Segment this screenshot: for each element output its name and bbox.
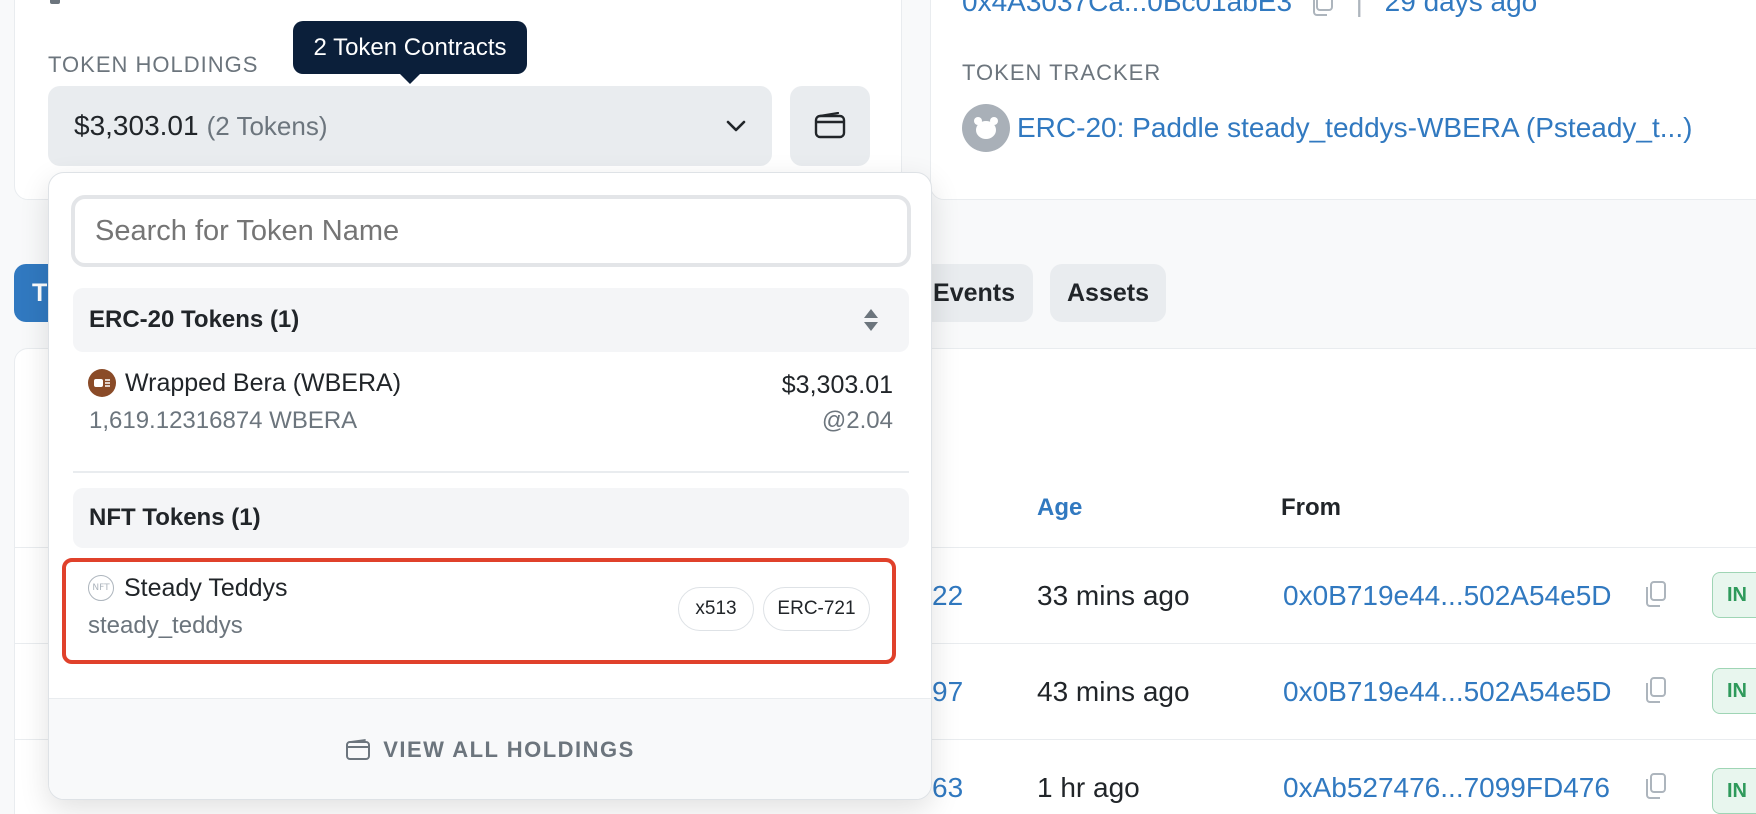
erc20-section-title: ERC-20 Tokens (1) bbox=[89, 306, 300, 333]
copy-icon[interactable] bbox=[1643, 772, 1667, 800]
age-cell: 1 hr ago bbox=[1037, 772, 1140, 803]
nft-token-row[interactable]: NFT Steady Teddys steady_teddys x513 ERC… bbox=[62, 558, 896, 664]
token-tracker-row: ERC-20: Paddle steady_teddys-WBERA (Pste… bbox=[962, 104, 1692, 152]
direction-badge: IN bbox=[1712, 668, 1756, 714]
tab-assets[interactable]: Assets bbox=[1050, 264, 1166, 322]
creator-row: 0x4A3037Ca...0Bc01abE3 | 29 days ago bbox=[962, 0, 1537, 18]
section-divider bbox=[73, 471, 909, 473]
erc20-token-price: @2.04 bbox=[821, 407, 893, 434]
erc20-token-row[interactable]: Wrapped Bera (WBERA) 1,619.12316874 WBER… bbox=[73, 359, 909, 447]
token-tracker-label: TOKEN TRACKER bbox=[962, 60, 1162, 85]
erc20-token-balance: 1,619.12316874 WBERA bbox=[89, 407, 358, 434]
nft-icon: NFT bbox=[88, 575, 114, 601]
tab-assets-label: Assets bbox=[1067, 278, 1149, 307]
block-link[interactable]: 22 bbox=[932, 580, 963, 612]
from-address-link[interactable]: 0x0B719e44...502A54e5D bbox=[1283, 676, 1612, 708]
block-link[interactable]: 63 bbox=[932, 772, 963, 804]
chevron-down-icon bbox=[724, 114, 748, 138]
creator-address-link[interactable]: 0x4A3037Ca...0Bc01abE3 bbox=[962, 0, 1292, 17]
back-arrow-fragment bbox=[50, 0, 60, 4]
divider: | bbox=[1355, 0, 1363, 17]
from-address-link[interactable]: 0x0B719e44...502A54e5D bbox=[1283, 580, 1612, 612]
age-cell: 33 mins ago bbox=[1037, 580, 1190, 611]
direction-badge: IN bbox=[1712, 768, 1756, 814]
nft-standard-badge: ERC-721 bbox=[763, 587, 870, 631]
more-info-card bbox=[930, 0, 1756, 200]
block-link[interactable]: 97 bbox=[932, 676, 963, 708]
from-column-header: From bbox=[1281, 494, 1341, 521]
nft-section-header: NFT Tokens (1) bbox=[73, 488, 909, 548]
wallet-icon bbox=[345, 739, 371, 761]
copy-icon[interactable] bbox=[1643, 676, 1667, 704]
copy-icon[interactable] bbox=[1310, 0, 1334, 17]
creator-age-link[interactable]: 29 days ago bbox=[1385, 0, 1538, 17]
tab-events-label: Events bbox=[933, 278, 1015, 307]
view-all-holdings-label: VIEW ALL HOLDINGS bbox=[383, 737, 635, 762]
age-column-header[interactable]: Age bbox=[1037, 494, 1082, 522]
from-address-link[interactable]: 0xAb527476...7099FD476 bbox=[1283, 772, 1610, 804]
nft-section-title: NFT Tokens (1) bbox=[89, 504, 261, 531]
wbera-logo-icon bbox=[88, 369, 116, 397]
age-cell: 43 mins ago bbox=[1037, 676, 1190, 707]
nft-token-symbol: steady_teddys bbox=[88, 612, 243, 639]
erc20-section-header[interactable]: ERC-20 Tokens (1) bbox=[73, 288, 909, 352]
nft-token-name: Steady Teddys bbox=[124, 574, 288, 602]
token-tracker-link[interactable]: ERC-20: Paddle steady_teddys-WBERA (Pste… bbox=[1017, 112, 1692, 144]
nft-count-badge: x513 bbox=[678, 587, 754, 631]
erc20-token-value: $3,303.01 bbox=[781, 371, 893, 399]
view-all-holdings-button[interactable]: VIEW ALL HOLDINGS bbox=[49, 699, 931, 799]
teddy-logo-icon bbox=[962, 104, 1010, 152]
token-holdings-dropdown[interactable]: $3,303.01 (2 Tokens) bbox=[48, 86, 772, 166]
sort-icon[interactable] bbox=[863, 308, 879, 332]
erc20-token-name: Wrapped Bera (WBERA) bbox=[125, 369, 402, 397]
tab-transactions-label: T bbox=[32, 278, 48, 307]
token-holdings-label: TOKEN HOLDINGS bbox=[48, 52, 259, 77]
copy-icon[interactable] bbox=[1643, 580, 1667, 608]
holdings-count: (2 Tokens) bbox=[206, 110, 328, 141]
token-holdings-menu: ERC-20 Tokens (1) Wrapped Bera (WBERA) 1… bbox=[48, 172, 932, 800]
holdings-value: $3,303.01 bbox=[74, 110, 199, 141]
wallet-button[interactable] bbox=[790, 86, 870, 166]
token-contracts-tooltip: 2 Token Contracts bbox=[293, 21, 527, 84]
wallet-icon bbox=[814, 112, 846, 140]
direction-badge: IN bbox=[1712, 572, 1756, 618]
token-search-input[interactable] bbox=[71, 195, 911, 267]
